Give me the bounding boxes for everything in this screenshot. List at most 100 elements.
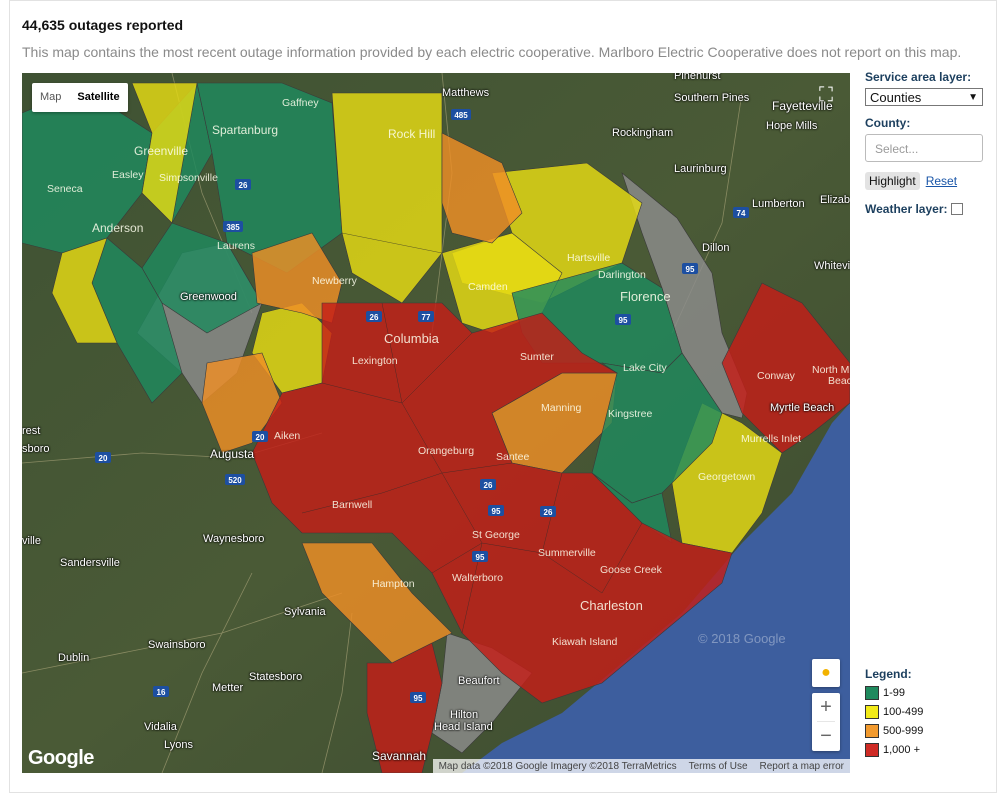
- terms-of-use-link[interactable]: Terms of Use: [683, 761, 754, 772]
- highlight-button[interactable]: Highlight: [865, 172, 920, 190]
- label-elizab: Elizab: [820, 194, 850, 206]
- label-lexington: Lexington: [352, 355, 398, 367]
- label-aiken: Aiken: [274, 430, 301, 442]
- legend: Legend: 1-99 100-499 500-999 1,000 +: [865, 667, 923, 759]
- label-goose-creek: Goose Creek: [600, 564, 662, 576]
- map-type-control[interactable]: Map Satellite: [32, 83, 128, 112]
- label-easley: Easley: [112, 169, 144, 181]
- label-manning: Manning: [541, 402, 582, 414]
- highlight-controls: Highlight Reset: [865, 172, 990, 190]
- legend-label: 100-499: [883, 705, 924, 718]
- label-savannah: Savannah: [372, 749, 427, 763]
- map-controls-sidebar: Service area layer: Counties ▼ County: S…: [865, 70, 990, 216]
- map-type-satellite-button[interactable]: Satellite: [69, 83, 127, 112]
- label-laurinburg: Laurinburg: [674, 163, 727, 175]
- label-hilton: Hilton: [450, 709, 479, 721]
- outage-map[interactable]: Map Satellite ⛶ Matthews Pinehurst South…: [22, 73, 850, 773]
- label-rest: rest: [22, 425, 41, 437]
- county-label: County:: [865, 116, 911, 130]
- service-area-label: Service area layer:: [865, 70, 972, 84]
- zoom-control[interactable]: + −: [812, 693, 840, 751]
- county-select-input[interactable]: Select...: [865, 134, 983, 162]
- label-vidalia: Vidalia: [144, 721, 177, 733]
- map-description: This map contains the most recent outage…: [22, 44, 962, 60]
- attribution-data: Map data ©2018 Google Imagery ©2018 Terr…: [438, 760, 677, 772]
- report-map-error-link[interactable]: Report a map error: [754, 761, 850, 772]
- google-logo[interactable]: Google: [28, 747, 94, 770]
- label-swainsboro: Swainsboro: [148, 639, 206, 651]
- label-simpsonville: Simpsonville: [159, 172, 218, 184]
- label-augusta: Augusta: [210, 447, 255, 461]
- map-type-map-button[interactable]: Map: [32, 83, 69, 112]
- label-statesboro: Statesboro: [249, 671, 303, 683]
- label-greenville: Greenville: [134, 144, 189, 158]
- legend-label: 1-99: [883, 686, 906, 699]
- label-beach: Beac: [828, 375, 850, 387]
- label-barnwell: Barnwell: [332, 499, 373, 511]
- label-georgetown: Georgetown: [698, 471, 756, 483]
- label-matthews: Matthews: [442, 87, 490, 99]
- chevron-down-icon: ▼: [968, 92, 978, 103]
- service-area-select[interactable]: Counties ▼: [865, 88, 983, 106]
- label-columbia: Columbia: [384, 331, 439, 346]
- label-murrells-inlet: Murrells Inlet: [741, 433, 802, 445]
- legend-item: 500-999: [865, 721, 923, 740]
- label-darlington: Darlington: [598, 269, 646, 281]
- label-lumberton: Lumberton: [752, 198, 805, 210]
- label-beaufort: Beaufort: [458, 675, 500, 687]
- map-canvas[interactable]: [22, 73, 850, 773]
- label-santee: Santee: [496, 451, 530, 463]
- legend-label: 500-999: [883, 724, 924, 737]
- label-ville: ville: [22, 535, 41, 547]
- zoom-in-button[interactable]: +: [812, 693, 840, 721]
- label-kiawah: Kiawah Island: [552, 636, 618, 648]
- label-fayetteville: Fayetteville: [772, 99, 833, 113]
- label-hope-mills: Hope Mills: [766, 120, 818, 132]
- legend-swatch: [865, 704, 879, 719]
- label-orangeburg: Orangeburg: [418, 445, 475, 457]
- label-gaffney: Gaffney: [282, 97, 319, 109]
- label-sandersville: Sandersville: [60, 557, 120, 569]
- label-pinehurst: Pinehurst: [674, 73, 721, 82]
- label-greenwood: Greenwood: [180, 291, 237, 303]
- label-walterboro: Walterboro: [452, 572, 503, 584]
- legend-title: Legend:: [865, 667, 912, 681]
- label-hartsville: Hartsville: [567, 252, 611, 264]
- label-waynesboro: Waynesboro: [203, 533, 265, 545]
- label-dillon: Dillon: [702, 242, 730, 254]
- label-summerville: Summerville: [538, 547, 596, 559]
- street-view-pegman-icon[interactable]: ●: [812, 659, 840, 687]
- label-lyons: Lyons: [164, 739, 193, 751]
- label-seneca: Seneca: [47, 183, 83, 195]
- label-sumter: Sumter: [520, 351, 554, 363]
- label-kingstree: Kingstree: [608, 408, 653, 420]
- map-attribution: Map data ©2018 Google Imagery ©2018 Terr…: [432, 759, 850, 773]
- map-watermark: © 2018 Google: [698, 631, 786, 646]
- label-newberry: Newberry: [312, 275, 357, 287]
- outage-count-title: 44,635 outages reported: [22, 17, 184, 33]
- legend-item: 1-99: [865, 683, 923, 702]
- weather-layer-checkbox[interactable]: [951, 203, 964, 215]
- label-rockingham: Rockingham: [612, 127, 674, 139]
- label-myrtle-beach: Myrtle Beach: [770, 402, 835, 414]
- label-st-george: St George: [472, 529, 520, 541]
- label-spartanburg: Spartanburg: [212, 123, 279, 137]
- legend-item: 100-499: [865, 702, 923, 721]
- label-laurens: Laurens: [217, 240, 255, 252]
- label-conway: Conway: [757, 370, 795, 382]
- service-area-selected-value: Counties: [870, 90, 922, 105]
- legend-swatch: [865, 723, 879, 738]
- label-camden: Camden: [468, 281, 508, 293]
- legend-swatch: [865, 742, 879, 757]
- label-florence: Florence: [620, 289, 671, 304]
- reset-link[interactable]: Reset: [926, 174, 957, 188]
- weather-layer-row: Weather layer:: [865, 202, 990, 216]
- legend-label: 1,000 +: [883, 743, 921, 756]
- label-southern-pines: Southern Pines: [674, 92, 750, 104]
- label-whitevi: Whitevi: [814, 260, 850, 272]
- label-rock-hill: Rock Hill: [388, 127, 436, 141]
- label-head-island: Head Island: [434, 721, 493, 733]
- zoom-out-button[interactable]: −: [812, 722, 840, 750]
- label-dublin: Dublin: [58, 652, 90, 664]
- label-lake-city: Lake City: [623, 362, 667, 374]
